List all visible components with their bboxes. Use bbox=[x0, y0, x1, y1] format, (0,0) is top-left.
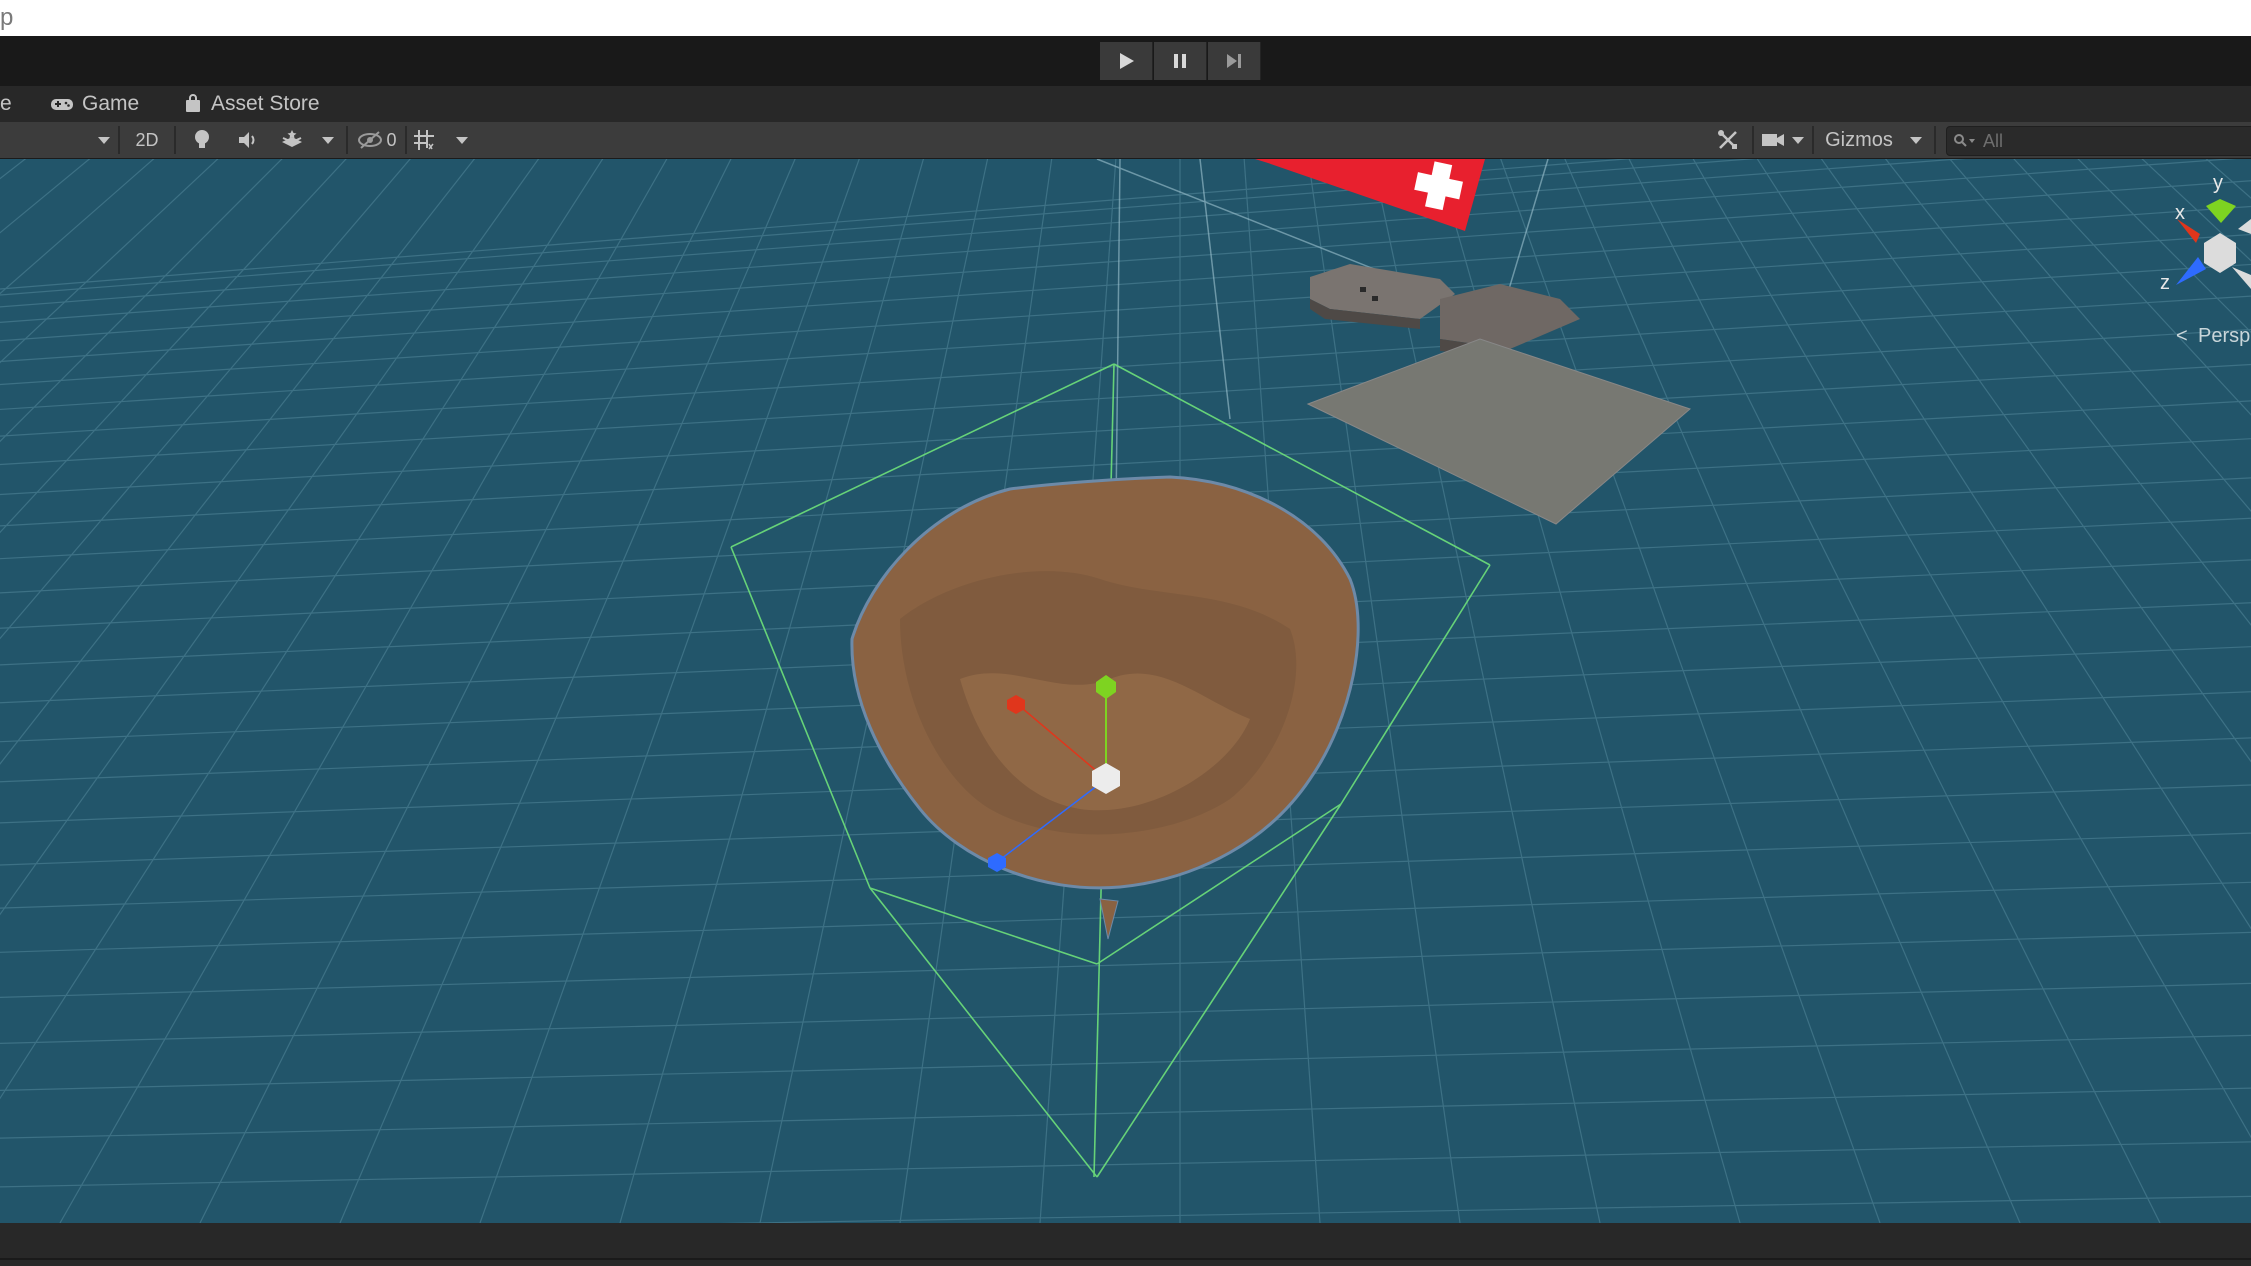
menu-item-fragment[interactable]: p bbox=[0, 4, 13, 32]
gizmos-button[interactable]: Gizmos bbox=[1816, 125, 1902, 155]
scene-toolbar: 2D 0 Gizmos All bbox=[0, 122, 2251, 159]
pause-icon bbox=[1174, 54, 1186, 68]
chevron-down-icon bbox=[322, 137, 334, 144]
search-placeholder: All bbox=[1983, 130, 2004, 151]
menu-bar: p bbox=[0, 0, 2251, 36]
lightbulb-icon bbox=[195, 130, 209, 148]
grid-toggle[interactable] bbox=[408, 125, 440, 155]
persp-chevron-icon: < bbox=[2176, 325, 2188, 347]
scene-viewport[interactable]: y x z < Persp bbox=[0, 159, 2251, 1223]
tab-label: e bbox=[0, 92, 12, 115]
effects-dropdown[interactable] bbox=[316, 125, 340, 155]
step-icon bbox=[1227, 54, 1241, 68]
camera-icon bbox=[1762, 134, 1784, 146]
divider bbox=[174, 126, 176, 154]
gamepad-icon bbox=[51, 99, 73, 110]
hierarchy-search-field[interactable]: All bbox=[1946, 126, 2251, 156]
gizmo-y-label: y bbox=[2213, 172, 2223, 194]
projection-toggle[interactable]: < Persp bbox=[2176, 325, 2250, 347]
divider bbox=[0, 1258, 2251, 1260]
tools-toggle[interactable] bbox=[1710, 125, 1746, 155]
divider bbox=[405, 126, 407, 154]
tab-scene[interactable]: e bbox=[0, 86, 12, 122]
mode-2d-toggle[interactable]: 2D bbox=[126, 125, 168, 155]
grid-dropdown[interactable] bbox=[450, 125, 474, 155]
step-button[interactable] bbox=[1208, 42, 1261, 80]
divider bbox=[1812, 126, 1814, 154]
search-icon bbox=[1954, 134, 1975, 147]
shopping-bag-icon bbox=[186, 94, 200, 112]
scene-canvas[interactable]: y x z < Persp bbox=[0, 159, 2251, 1223]
gizmos-dropdown[interactable] bbox=[1904, 125, 1928, 155]
divider bbox=[346, 126, 348, 154]
effects-toggle[interactable] bbox=[274, 125, 310, 155]
play-button[interactable] bbox=[1100, 42, 1153, 80]
eye-slash-icon bbox=[358, 131, 383, 149]
tab-asset-store[interactable]: Asset Store bbox=[183, 86, 320, 122]
tools-icon bbox=[1718, 130, 1737, 149]
camera-settings-dropdown[interactable] bbox=[1758, 125, 1808, 155]
audio-toggle[interactable] bbox=[230, 125, 266, 155]
pause-button[interactable] bbox=[1154, 42, 1207, 80]
window-tab-bar: e Game Asset Store bbox=[0, 86, 2251, 122]
play-icon bbox=[1120, 53, 1134, 69]
tab-game[interactable]: Game bbox=[50, 86, 139, 122]
effects-layers-icon bbox=[282, 130, 302, 147]
grid-icon bbox=[414, 130, 434, 150]
divider bbox=[118, 126, 120, 154]
gizmo-x-label: x bbox=[2175, 202, 2185, 224]
divider bbox=[1934, 126, 1936, 154]
play-toolbar bbox=[0, 36, 2251, 86]
draw-mode-dropdown[interactable] bbox=[0, 125, 112, 155]
tab-label: Game bbox=[82, 92, 140, 115]
status-bar bbox=[0, 1223, 2251, 1266]
chevron-down-icon bbox=[98, 137, 110, 144]
tab-label: Asset Store bbox=[211, 92, 320, 115]
chevron-down-icon bbox=[456, 137, 468, 144]
chevron-down-icon bbox=[1910, 137, 1922, 144]
speaker-icon bbox=[239, 132, 255, 148]
hidden-objects-count: 0 bbox=[386, 129, 397, 150]
divider bbox=[1752, 126, 1754, 154]
lighting-toggle[interactable] bbox=[184, 125, 220, 155]
hidden-objects-toggle[interactable]: 0 bbox=[352, 125, 402, 155]
gizmo-z-label: z bbox=[2160, 272, 2170, 294]
chevron-down-icon bbox=[1792, 137, 1804, 144]
projection-label: Persp bbox=[2198, 325, 2250, 347]
